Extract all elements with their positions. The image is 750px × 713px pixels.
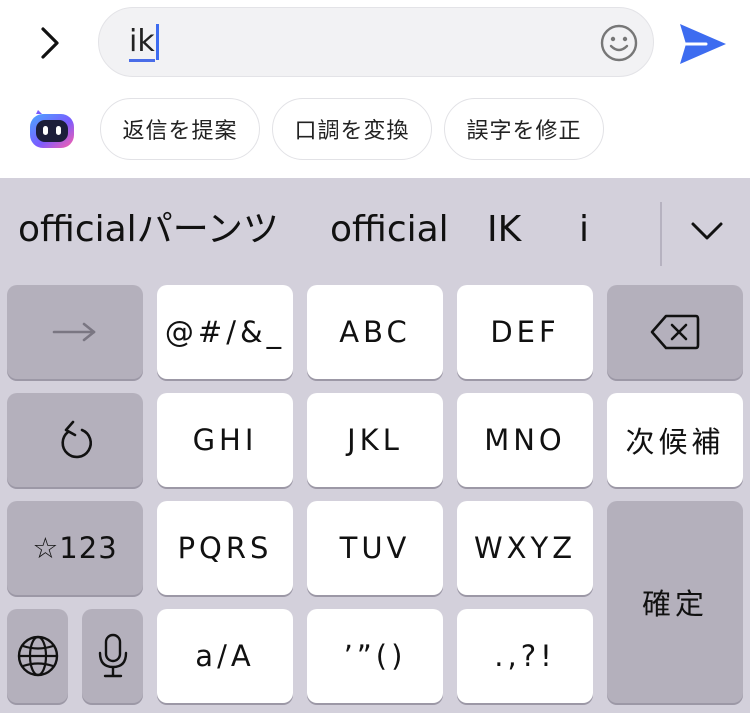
globe-icon <box>17 635 58 677</box>
key-label: JKL <box>347 423 403 457</box>
ai-assistant-icon <box>30 110 74 148</box>
key-def[interactable]: DEF <box>457 285 593 379</box>
candidate-item[interactable]: official <box>330 208 449 252</box>
chevron-down-icon <box>691 222 723 240</box>
key-label: ’”() <box>343 639 407 673</box>
chevron-right-icon <box>41 27 59 59</box>
candidates-more-button[interactable] <box>684 208 730 254</box>
key-tuv[interactable]: TUV <box>307 501 443 595</box>
key-ghi[interactable]: GHI <box>157 393 293 487</box>
key-label: ABC <box>339 315 411 349</box>
message-input-text[interactable]: ik <box>129 24 159 62</box>
microphone-key[interactable] <box>82 609 143 703</box>
keyboard: officialパーンツ official IK i @#/&_ ABC DEF <box>0 178 750 713</box>
key-label: a/A <box>195 639 255 673</box>
undo-icon <box>61 420 92 459</box>
key-label: .,?! <box>494 639 556 673</box>
key-label: PQRS <box>177 531 273 565</box>
case-toggle-key[interactable]: a/A <box>157 609 293 703</box>
key-wxyz[interactable]: WXYZ <box>457 501 593 595</box>
quotes-parens-key[interactable]: ’”() <box>307 609 443 703</box>
chip-fix-typos[interactable]: 誤字を修正 <box>444 98 604 160</box>
smiley-icon <box>600 24 638 62</box>
confirm-key[interactable]: 確定 <box>607 501 743 703</box>
key-label: DEF <box>490 315 560 349</box>
candidate-bar: officialパーンツ official IK i <box>0 178 750 278</box>
key-jkl[interactable]: JKL <box>307 393 443 487</box>
send-arrow-icon <box>680 24 726 64</box>
key-abc[interactable]: ABC <box>307 285 443 379</box>
key-label: GHI <box>192 423 258 457</box>
key-label: 確定 <box>641 587 708 621</box>
chip-suggest-reply[interactable]: 返信を提案 <box>100 98 260 160</box>
next-candidate-key[interactable]: 次候補 <box>607 393 743 487</box>
symbols-numbers-key[interactable]: ☆123 <box>7 501 143 595</box>
backspace-key[interactable] <box>607 285 743 379</box>
right-arrow-icon <box>52 322 96 342</box>
key-label: @#/&_ <box>164 315 286 349</box>
backspace-icon <box>650 314 700 350</box>
candidate-item[interactable]: officialパーンツ <box>18 208 279 252</box>
message-input[interactable]: ik <box>98 7 654 77</box>
undo-key[interactable] <box>7 393 143 487</box>
globe-key[interactable] <box>7 609 68 703</box>
key-label: ☆123 <box>32 531 118 565</box>
key-label: TUV <box>339 531 411 565</box>
key-pqrs[interactable]: PQRS <box>157 501 293 595</box>
key-label: 次候補 <box>625 425 725 459</box>
candidate-item[interactable]: IK <box>487 208 521 252</box>
emoji-button[interactable] <box>599 23 639 63</box>
expand-toolbar-button[interactable] <box>20 18 76 68</box>
chip-change-tone[interactable]: 口調を変換 <box>272 98 432 160</box>
microphone-icon <box>98 633 127 678</box>
composing-text: ik <box>129 24 155 62</box>
key-symbols[interactable]: @#/&_ <box>157 285 293 379</box>
candidate-item[interactable]: i <box>579 208 589 252</box>
next-cursor-key[interactable] <box>7 285 143 379</box>
key-mno[interactable]: MNO <box>457 393 593 487</box>
key-label: WXYZ <box>473 531 577 565</box>
text-caret <box>155 24 159 60</box>
key-label: MNO <box>484 423 566 457</box>
candidate-divider <box>660 202 662 266</box>
ai-assistant-button[interactable] <box>28 108 76 152</box>
punctuation-key[interactable]: .,?! <box>457 609 593 703</box>
send-button[interactable] <box>676 18 728 70</box>
